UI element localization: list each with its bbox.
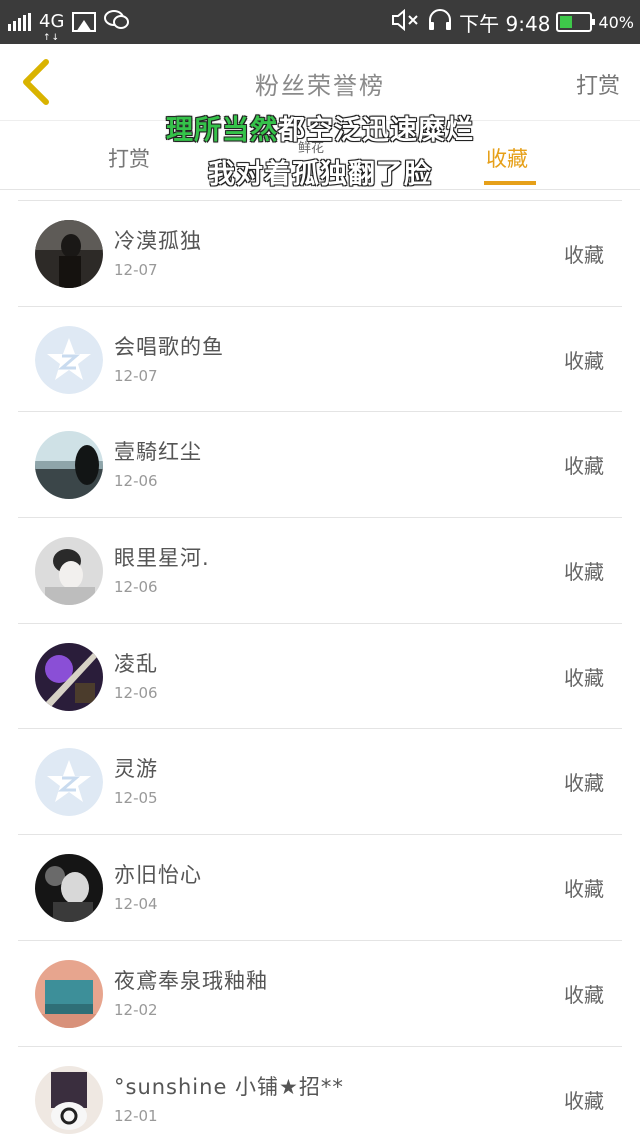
battery-icon bbox=[556, 12, 596, 32]
list-item: 凌乱 12-06 收藏 bbox=[18, 624, 622, 730]
favorite-label[interactable]: 收藏 bbox=[564, 662, 604, 691]
reward-button[interactable]: 打赏 bbox=[576, 68, 620, 100]
list-item: 会唱歌的鱼 12-07 收藏 bbox=[18, 307, 622, 413]
status-bar: 4G ↑↓ 下午 9:48 40% bbox=[0, 0, 640, 44]
list-item: °sunshine 小铺★招** 12-01 收藏 bbox=[18, 1047, 622, 1138]
favorite-label[interactable]: 收藏 bbox=[564, 767, 604, 796]
list-item: 冷漠孤独 12-07 收藏 bbox=[18, 201, 622, 307]
favorite-label[interactable]: 收藏 bbox=[564, 239, 604, 268]
avatar[interactable] bbox=[35, 642, 103, 711]
avatar[interactable] bbox=[35, 431, 103, 500]
avatar[interactable] bbox=[35, 325, 103, 394]
favorite-label[interactable]: 收藏 bbox=[564, 345, 604, 374]
favorite-label[interactable]: 收藏 bbox=[564, 873, 604, 902]
list-item: 灵游 12-05 收藏 bbox=[18, 729, 622, 836]
avatar[interactable] bbox=[35, 748, 103, 817]
image-icon bbox=[72, 12, 97, 32]
user-name: 会唱歌的鱼 bbox=[114, 334, 224, 359]
user-name: 冷漠孤独 bbox=[114, 229, 202, 253]
overlay-caption-line1: 理所当然都空泛迅速糜烂 bbox=[0, 108, 640, 147]
avatar[interactable] bbox=[35, 537, 103, 606]
default-qq-icon bbox=[35, 748, 103, 817]
avatar[interactable] bbox=[35, 959, 103, 1028]
avatar[interactable] bbox=[35, 220, 103, 288]
user-name: 夜鳶奉泉珴釉釉 bbox=[114, 968, 268, 993]
date: 12-06 bbox=[114, 472, 158, 491]
favorite-label[interactable]: 收藏 bbox=[564, 1085, 604, 1114]
date: 12-02 bbox=[114, 1000, 158, 1019]
list-item: 眼里星河. 12-06 收藏 bbox=[18, 518, 622, 624]
list-item: 壹騎红尘 12-06 收藏 bbox=[18, 412, 622, 519]
favorite-label[interactable]: 收藏 bbox=[564, 450, 604, 479]
favorite-label[interactable]: 收藏 bbox=[564, 979, 604, 1008]
user-name: 灵游 bbox=[114, 757, 158, 782]
user-name: 壹騎红尘 bbox=[114, 440, 202, 465]
date: 12-07 bbox=[114, 261, 158, 279]
clock-time: 下午 9:48 bbox=[459, 11, 551, 36]
avatar[interactable] bbox=[35, 1065, 103, 1134]
caption-green-text: 理所当然 bbox=[166, 115, 278, 146]
battery-percent: 40% bbox=[598, 12, 634, 32]
user-name: 亦旧怡心 bbox=[114, 863, 202, 888]
user-name: 眼里星河. bbox=[114, 546, 210, 571]
date: 12-01 bbox=[114, 1106, 158, 1125]
headset-icon bbox=[427, 8, 453, 37]
favorite-label[interactable]: 收藏 bbox=[564, 556, 604, 585]
date: 12-04 bbox=[114, 895, 158, 914]
list-item: 夜鳶奉泉珴釉釉 12-02 收藏 bbox=[18, 941, 622, 1047]
list-item: 亦旧怡心 12-04 收藏 bbox=[18, 835, 622, 941]
date: 12-07 bbox=[114, 366, 158, 385]
wechat-icon bbox=[104, 9, 130, 36]
caption-white-text: 都空泛迅速糜烂 bbox=[278, 115, 474, 146]
user-name: 凌乱 bbox=[114, 651, 158, 676]
network-type: 4G ↑↓ bbox=[39, 11, 65, 44]
fan-list: 冷漠孤独 12-07 收藏 会唱歌的鱼 12-07 收藏 壹騎红尘 12-06 … bbox=[18, 200, 622, 1138]
mute-icon bbox=[391, 8, 421, 36]
overlay-caption-line2: 我对着孤独翻了脸 bbox=[208, 159, 432, 190]
avatar[interactable] bbox=[35, 854, 103, 923]
page-title: 粉丝荣誉榜 bbox=[255, 72, 385, 100]
signal-icon bbox=[8, 13, 31, 31]
date: 12-05 bbox=[114, 789, 158, 808]
date: 12-06 bbox=[114, 578, 158, 597]
user-name: °sunshine 小铺★招** bbox=[114, 1074, 344, 1099]
default-qq-icon bbox=[35, 325, 103, 394]
date: 12-06 bbox=[114, 683, 158, 702]
